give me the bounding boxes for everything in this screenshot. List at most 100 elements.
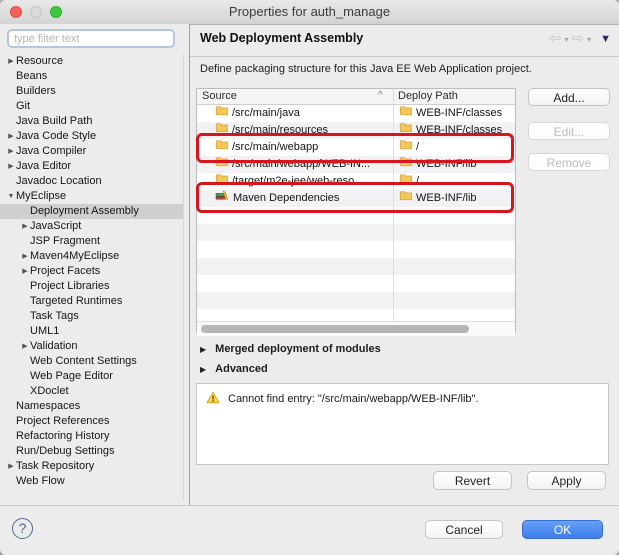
forward-arrow-icon[interactable]: ⇨ xyxy=(572,31,585,47)
sidebar-item-xdoclet[interactable]: XDoclet xyxy=(0,384,183,399)
folder-icon xyxy=(399,139,412,156)
sidebar-item-targeted-runtimes[interactable]: Targeted Runtimes xyxy=(0,294,183,309)
sidebar-item-label: Run/Debug Settings xyxy=(16,445,114,457)
deploy-path-cell: WEB-INF/classes xyxy=(399,105,502,122)
chevron-collapsed-icon[interactable]: ▶ xyxy=(20,264,30,279)
sidebar-item-label: Deployment Assembly xyxy=(30,205,139,217)
sidebar-item-uml1[interactable]: UML1 xyxy=(0,324,183,339)
column-header-source[interactable]: Source xyxy=(202,90,237,102)
chevron-collapsed-icon[interactable]: ▶ xyxy=(6,144,16,159)
deploy-path: WEB-INF/lib xyxy=(416,190,477,207)
table-row-empty xyxy=(197,224,515,241)
table-row-empty xyxy=(197,258,515,275)
sidebar-item-label: Maven4MyEclipse xyxy=(30,250,119,262)
table-row-target-m2e-jee-web-reso[interactable]: /target/m2e-jee/web-reso.../ xyxy=(197,173,515,190)
table-row-src-main-webapp[interactable]: /src/main/webapp/ xyxy=(197,139,515,156)
back-arrow-icon[interactable]: ⇦ xyxy=(549,31,562,47)
sidebar-item-project-facets[interactable]: ▶Project Facets xyxy=(0,264,183,279)
table-row-src-main-java[interactable]: /src/main/java WEB-INF/classes xyxy=(197,105,515,122)
deploy-path: WEB-INF/lib xyxy=(416,156,477,173)
sidebar-item-java-build-path[interactable]: Java Build Path xyxy=(0,114,183,129)
chevron-collapsed-icon[interactable]: ▶ xyxy=(200,365,206,374)
revert-button[interactable]: Revert xyxy=(433,471,512,490)
forward-dropdown-icon[interactable]: ▾ xyxy=(587,35,591,44)
sidebar-item-label: Task Repository xyxy=(16,460,94,472)
warning-icon xyxy=(206,391,220,407)
sidebar-item-task-tags[interactable]: Task Tags xyxy=(0,309,183,324)
sidebar-item-builders[interactable]: Builders xyxy=(0,84,183,99)
sidebar-item-web-page-editor[interactable]: Web Page Editor xyxy=(0,369,183,384)
sidebar-item-web-flow[interactable]: Web Flow xyxy=(0,474,183,489)
sidebar-item-label: Validation xyxy=(30,340,78,352)
source-path: /src/main/webapp xyxy=(232,139,318,156)
sidebar-item-project-references[interactable]: Project References xyxy=(0,414,183,429)
folder-icon xyxy=(215,139,228,156)
apply-button[interactable]: Apply xyxy=(527,471,606,490)
back-dropdown-icon[interactable]: ▾ xyxy=(565,35,569,44)
title-bar: Properties for auth_manage xyxy=(0,0,619,25)
sidebar-item-myeclipse[interactable]: ▼MyEclipse xyxy=(0,189,183,204)
remove-button[interactable]: Remove xyxy=(528,153,610,171)
table-row-src-main-webapp-web-in[interactable]: /src/main/webapp/WEB-IN...WEB-INF/lib xyxy=(197,156,515,173)
header-toolbar: ⇦ ▾ ⇨ ▾ ▼ xyxy=(549,31,611,47)
sidebar-item-label: Git xyxy=(16,100,30,112)
sidebar-item-java-code-style[interactable]: ▶Java Code Style xyxy=(0,129,183,144)
ok-button[interactable]: OK xyxy=(522,520,603,539)
sidebar-item-project-libraries[interactable]: Project Libraries xyxy=(0,279,183,294)
chevron-collapsed-icon[interactable]: ▶ xyxy=(6,54,16,69)
column-divider[interactable] xyxy=(393,89,394,104)
sidebar-item-git[interactable]: Git xyxy=(0,99,183,114)
deploy-path: WEB-INF/classes xyxy=(416,122,502,139)
chevron-collapsed-icon[interactable]: ▶ xyxy=(200,345,206,354)
chevron-expanded-icon[interactable]: ▼ xyxy=(6,189,16,204)
sidebar-item-jsp-fragment[interactable]: JSP Fragment xyxy=(0,234,183,249)
chevron-collapsed-icon[interactable]: ▶ xyxy=(20,219,30,234)
table-row-empty xyxy=(197,207,515,224)
chevron-collapsed-icon[interactable]: ▶ xyxy=(6,129,16,144)
sidebar-item-refactoring-history[interactable]: Refactoring History xyxy=(0,429,183,444)
sidebar-item-task-repository[interactable]: ▶Task Repository xyxy=(0,459,183,474)
sidebar-item-web-content-settings[interactable]: Web Content Settings xyxy=(0,354,183,369)
folder-icon xyxy=(399,173,412,190)
source-cell: /src/main/webapp xyxy=(215,139,318,156)
sidebar-item-validation[interactable]: ▶Validation xyxy=(0,339,183,354)
sidebar-item-label: XDoclet xyxy=(30,385,69,397)
sidebar-item-label: Refactoring History xyxy=(16,430,110,442)
sidebar-item-java-editor[interactable]: ▶Java Editor xyxy=(0,159,183,174)
horizontal-scrollbar-thumb[interactable] xyxy=(201,325,469,333)
sidebar-item-javascript[interactable]: ▶JavaScript xyxy=(0,219,183,234)
deploy-path-cell: WEB-INF/lib xyxy=(399,190,477,207)
chevron-collapsed-icon[interactable]: ▶ xyxy=(6,459,16,474)
table-row-src-main-resources[interactable]: /src/main/resourcesWEB-INF/classes xyxy=(197,122,515,139)
cancel-button[interactable]: Cancel xyxy=(425,520,503,539)
source-cell: /src/main/java xyxy=(215,105,300,122)
sidebar: ▶ResourceBeansBuildersGit Java Build Path… xyxy=(0,24,190,505)
source-path: /target/m2e-jee/web-reso... xyxy=(232,173,363,190)
sidebar-item-resource[interactable]: ▶Resource xyxy=(0,54,183,69)
help-button[interactable]: ? xyxy=(12,518,33,539)
section-advanced[interactable]: ▶ Advanced xyxy=(200,363,268,375)
chevron-collapsed-icon[interactable]: ▶ xyxy=(6,159,16,174)
warning-message: Cannot find entry: "/src/main/webapp/WEB… xyxy=(228,393,479,405)
sidebar-item-maven4myeclipse[interactable]: ▶Maven4MyEclipse xyxy=(0,249,183,264)
sidebar-item-beans[interactable]: Beans xyxy=(0,69,183,84)
column-header-deploy-path[interactable]: Deploy Path xyxy=(398,90,458,102)
sidebar-item-java-compiler[interactable]: ▶Java Compiler xyxy=(0,144,183,159)
filter-input[interactable] xyxy=(7,29,175,48)
chevron-collapsed-icon[interactable]: ▶ xyxy=(20,339,30,354)
sidebar-item-label: Javadoc Location xyxy=(16,175,102,187)
sidebar-item-javadoc-location[interactable]: Javadoc Location xyxy=(0,174,183,189)
add-button[interactable]: Add... xyxy=(528,88,610,106)
sidebar-item-deployment-assembly[interactable]: Deployment Assembly xyxy=(0,204,183,219)
sidebar-item-label: MyEclipse xyxy=(16,190,66,202)
edit-button[interactable]: Edit... xyxy=(528,122,610,140)
sidebar-item-run-debug-settings[interactable]: Run/Debug Settings xyxy=(0,444,183,459)
folder-icon xyxy=(399,156,412,173)
view-menu-icon[interactable]: ▼ xyxy=(600,33,611,45)
sidebar-item-namespaces[interactable]: Namespaces xyxy=(0,399,183,414)
horizontal-scrollbar[interactable] xyxy=(197,321,515,336)
section-merged-deployment[interactable]: ▶ Merged deployment of modules xyxy=(200,343,381,355)
folder-icon xyxy=(399,190,412,207)
chevron-collapsed-icon[interactable]: ▶ xyxy=(20,249,30,264)
table-row-maven-dependencies[interactable]: Maven DependenciesWEB-INF/lib xyxy=(197,190,515,207)
